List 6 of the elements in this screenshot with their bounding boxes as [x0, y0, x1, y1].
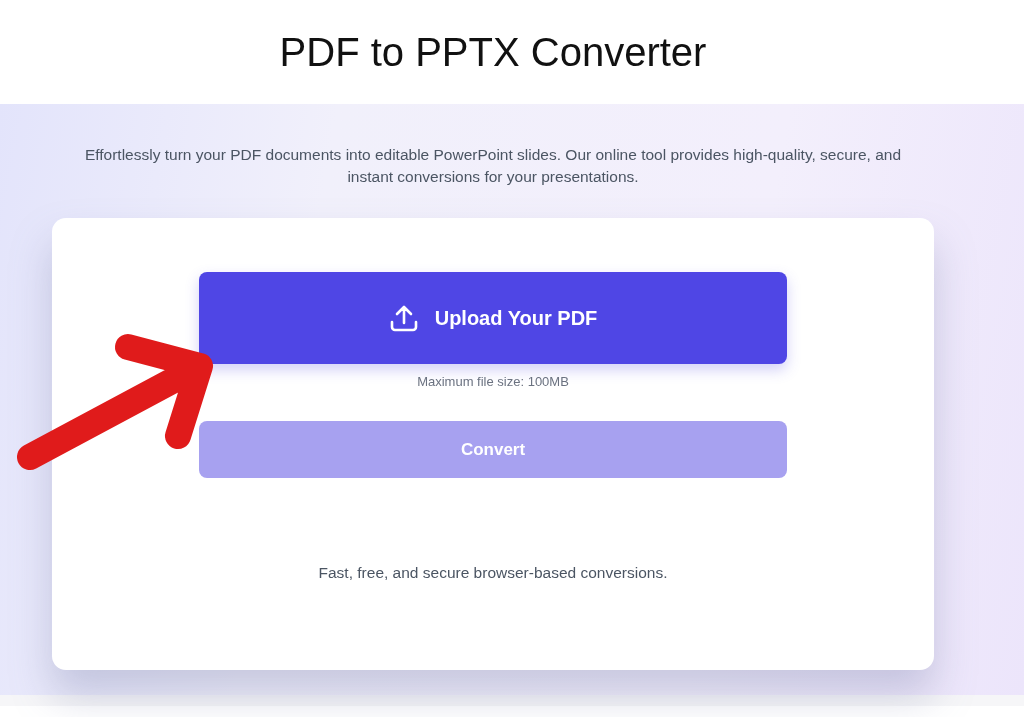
page-title: PDF to PPTX Converter — [279, 29, 707, 75]
footer-note: Fast, free, and secure browser-based conversions. — [318, 564, 668, 582]
upload-button[interactable]: Upload Your PDF — [199, 272, 787, 364]
description-text: Effortlessly turn your PDF documents into editable PowerPoint slides. Our online tool provides high-quality, secure, and instant conversions for your presentations. — [83, 145, 903, 187]
file-size-hint: Maximum file size: 100MB — [417, 374, 569, 389]
upload-icon — [388, 303, 419, 333]
